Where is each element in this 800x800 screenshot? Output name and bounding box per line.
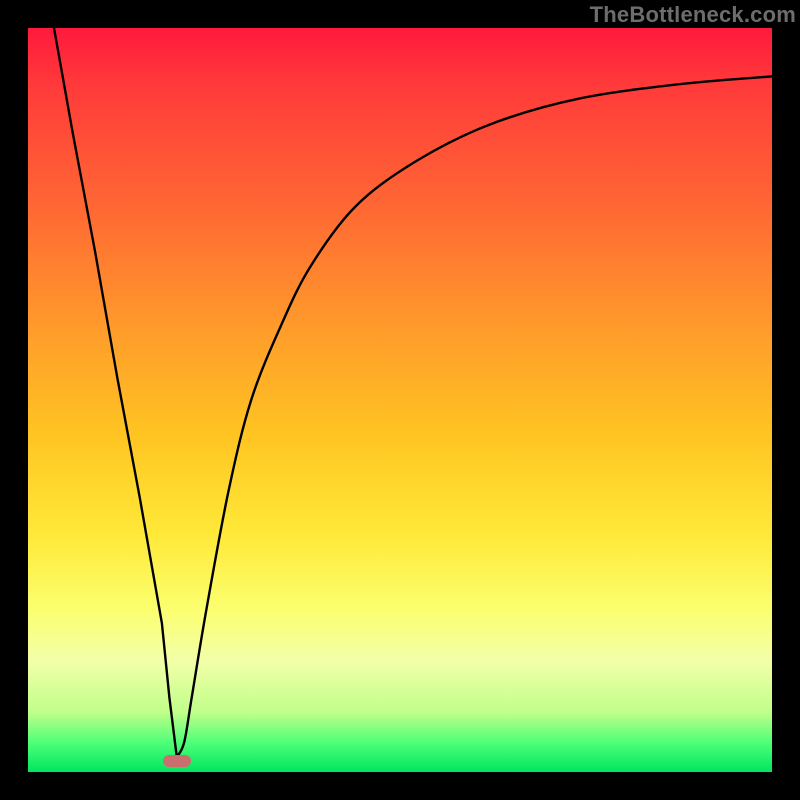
chart-container: TheBottleneck.com	[0, 0, 800, 800]
bottleneck-curve-path	[54, 28, 772, 757]
curve-svg	[28, 28, 772, 772]
plot-area	[28, 28, 772, 772]
optimum-marker	[163, 755, 191, 767]
watermark-label: TheBottleneck.com	[590, 2, 796, 28]
